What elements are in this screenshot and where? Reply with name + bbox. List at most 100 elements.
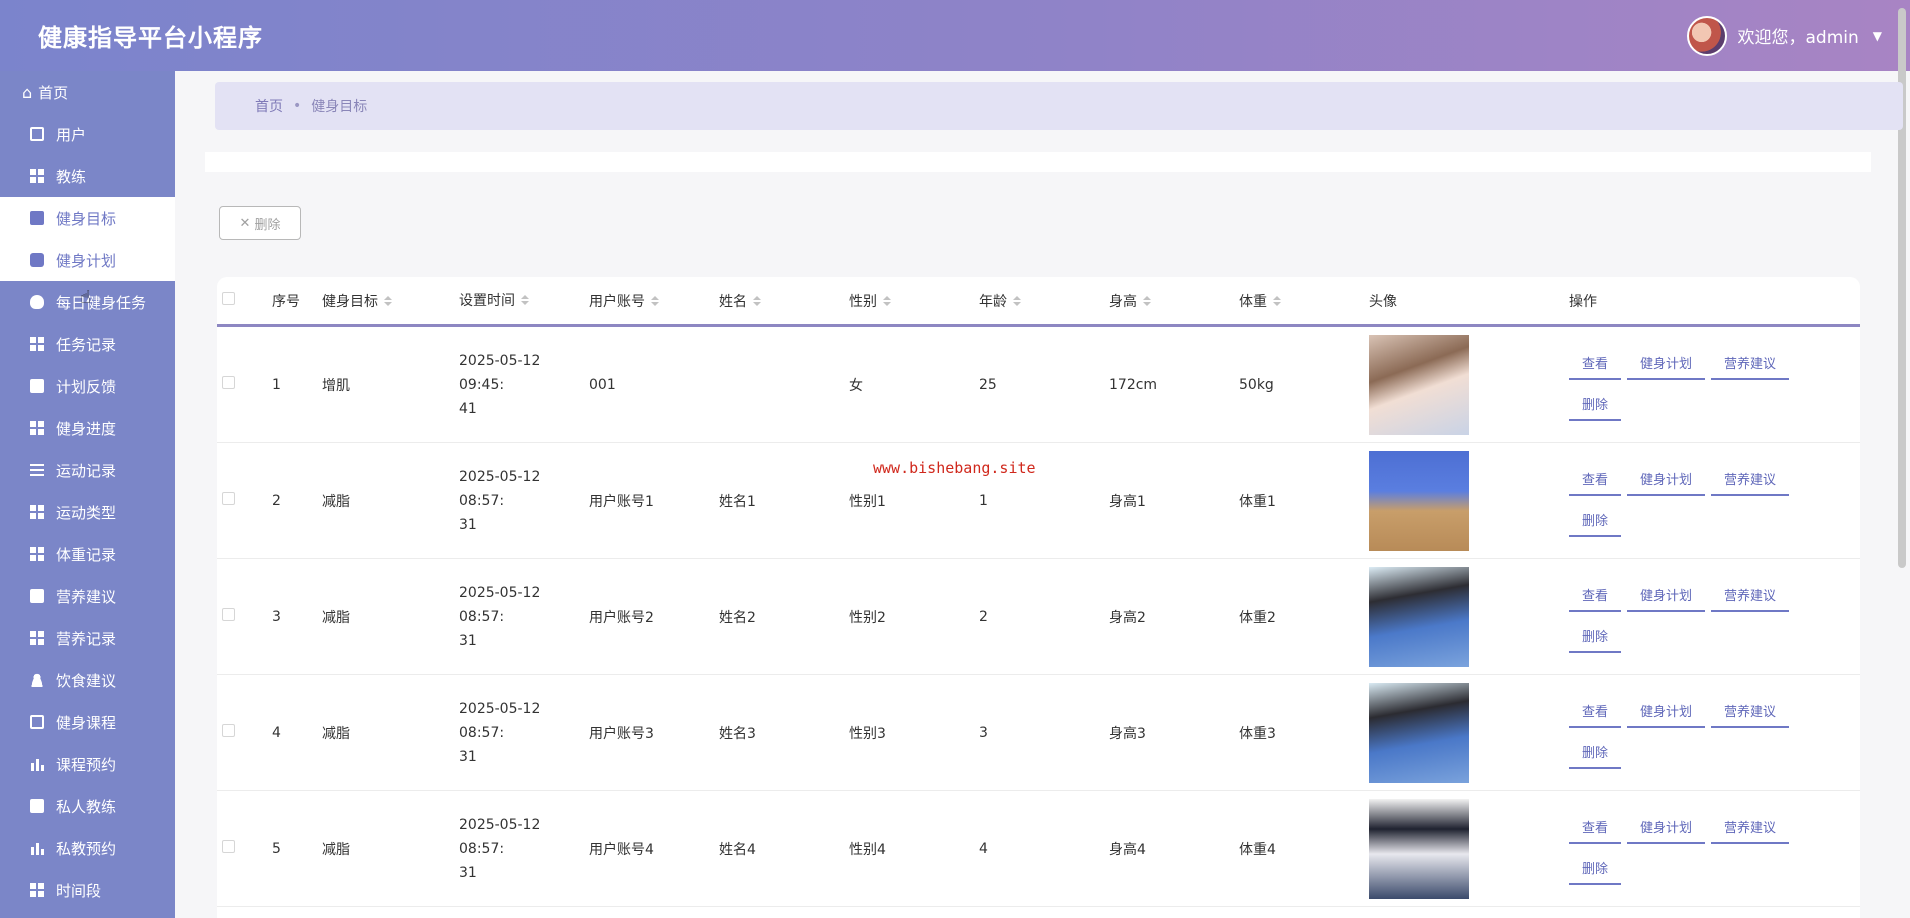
delete-button[interactable]: 删除 xyxy=(1569,505,1622,537)
row-select-cell xyxy=(217,492,272,509)
sidebar-item-courses[interactable]: 健身课程 xyxy=(0,701,175,743)
cell-age: 2 xyxy=(979,608,988,625)
view-button[interactable]: 查看 xyxy=(1569,348,1622,380)
sort-icon[interactable] xyxy=(384,296,392,307)
cell-weight: 50kg xyxy=(1239,376,1274,393)
table-row: 5 减脂 2025-05-12 08:57: 31 用户账号4 姓名4 性别4 4… xyxy=(217,791,1860,907)
sidebar-item-nutrition-records[interactable]: 营养记录 xyxy=(0,617,175,659)
clipboard-icon xyxy=(30,715,44,729)
hand-cursor-icon: ☝ xyxy=(80,287,91,308)
breadcrumb-home[interactable]: 首页 xyxy=(255,96,283,116)
sidebar-item-diet-advice[interactable]: 饮食建议 xyxy=(0,659,175,701)
header-sex[interactable]: 性别 xyxy=(849,291,979,311)
cell-avatar xyxy=(1369,566,1569,667)
briefcase-icon xyxy=(30,211,44,225)
sidebar-item-course-booking[interactable]: 课程预约 xyxy=(0,743,175,785)
table-row: 4 减脂 2025-05-12 08:57: 31 用户账号3 姓名3 性别3 3… xyxy=(217,675,1860,791)
row-checkbox[interactable] xyxy=(222,840,235,853)
nutrition-advice-button[interactable]: 营养建议 xyxy=(1711,696,1790,728)
header-time[interactable]: 设置时间 xyxy=(459,289,589,313)
cell-sex: 性别4 xyxy=(849,841,886,858)
delete-button[interactable]: 删除 xyxy=(1569,621,1622,653)
cell-time: 2025-05-12 08:57: 31 xyxy=(459,697,589,769)
sidebar: ⌂ 首页 用户 教练 健身目标 健身计划 每日健身任务 任务记录 计划反馈 健身… xyxy=(0,71,175,918)
header-height[interactable]: 身高 xyxy=(1109,291,1239,311)
sidebar-item-fitness-goals[interactable]: 健身目标 xyxy=(0,197,175,239)
time-line: 2025-05-12 08:57: xyxy=(459,584,541,625)
user-photo[interactable] xyxy=(1369,334,1469,435)
sidebar-item-time-slots[interactable]: 时间段 xyxy=(0,869,175,911)
sidebar-item-home[interactable]: ⌂ 首页 xyxy=(0,71,175,113)
delete-button[interactable]: 删除 xyxy=(1569,737,1622,769)
sidebar-item-users[interactable]: 用户 xyxy=(0,113,175,155)
view-button[interactable]: 查看 xyxy=(1569,580,1622,612)
sort-icon[interactable] xyxy=(1013,296,1021,307)
grid-icon xyxy=(30,505,44,519)
cell-actions: 查看 健身计划 营养建议 删除 xyxy=(1569,464,1829,537)
fitness-plan-button[interactable]: 健身计划 xyxy=(1627,464,1706,496)
avatar[interactable] xyxy=(1687,15,1728,56)
sort-icon[interactable] xyxy=(651,296,659,307)
sidebar-item-nutrition-advice[interactable]: 营养建议 xyxy=(0,575,175,617)
fitness-plan-button[interactable]: 健身计划 xyxy=(1627,812,1706,844)
sidebar-item-label: 运动记录 xyxy=(56,461,117,480)
sidebar-item-label: 课程预约 xyxy=(56,755,117,774)
list-icon xyxy=(30,463,44,477)
user-photo[interactable] xyxy=(1369,566,1469,667)
header-age[interactable]: 年龄 xyxy=(979,291,1109,311)
sort-icon[interactable] xyxy=(753,296,761,307)
delete-button[interactable]: 删除 xyxy=(1569,389,1622,421)
sort-icon[interactable] xyxy=(521,295,529,306)
nutrition-advice-button[interactable]: 营养建议 xyxy=(1711,580,1790,612)
view-button[interactable]: 查看 xyxy=(1569,812,1622,844)
cell-goal: 减脂 xyxy=(322,609,350,626)
user-menu[interactable]: 欢迎您，admin ▼ xyxy=(1687,15,1882,56)
view-button[interactable]: 查看 xyxy=(1569,464,1622,496)
row-checkbox[interactable] xyxy=(222,376,235,389)
header-label: 姓名 xyxy=(719,293,747,310)
home-icon: ⌂ xyxy=(22,82,33,102)
sort-icon[interactable] xyxy=(1273,296,1281,307)
sort-icon[interactable] xyxy=(883,296,891,307)
breadcrumb-separator: • xyxy=(293,98,302,114)
select-all-checkbox[interactable] xyxy=(222,292,235,305)
nutrition-advice-button[interactable]: 营养建议 xyxy=(1711,348,1790,380)
sidebar-item-personal-trainers[interactable]: 私人教练 xyxy=(0,785,175,827)
row-checkbox[interactable] xyxy=(222,492,235,505)
user-photo[interactable] xyxy=(1369,682,1469,783)
row-checkbox[interactable] xyxy=(222,608,235,621)
nutrition-advice-button[interactable]: 营养建议 xyxy=(1711,812,1790,844)
time-line: 2025-05-12 08:57: xyxy=(459,468,541,509)
sidebar-item-progress[interactable]: 健身进度 xyxy=(0,407,175,449)
cell-avatar xyxy=(1369,682,1569,783)
sidebar-item-exercise-records[interactable]: 运动记录 xyxy=(0,449,175,491)
header-label: 身高 xyxy=(1109,293,1137,310)
sidebar-item-fitness-plans[interactable]: 健身计划 xyxy=(0,239,175,281)
caret-down-icon[interactable]: ▼ xyxy=(1873,29,1882,43)
batch-delete-button[interactable]: ✕ 删除 xyxy=(219,206,301,240)
fitness-plan-button[interactable]: 健身计划 xyxy=(1627,696,1706,728)
time-line: 31 xyxy=(459,632,477,649)
header-weight[interactable]: 体重 xyxy=(1239,291,1369,311)
fitness-plan-button[interactable]: 健身计划 xyxy=(1627,580,1706,612)
delete-button[interactable]: 删除 xyxy=(1569,853,1622,885)
header-goal[interactable]: 健身目标 xyxy=(322,291,459,311)
sort-icon[interactable] xyxy=(1143,296,1151,307)
user-photo[interactable] xyxy=(1369,798,1469,899)
user-photo[interactable] xyxy=(1369,450,1469,551)
sidebar-item-plan-feedback[interactable]: 计划反馈 xyxy=(0,365,175,407)
header-name[interactable]: 姓名 xyxy=(719,291,849,311)
sidebar-item-exercise-types[interactable]: 运动类型 xyxy=(0,491,175,533)
fitness-plan-button[interactable]: 健身计划 xyxy=(1627,348,1706,380)
view-button[interactable]: 查看 xyxy=(1569,696,1622,728)
sidebar-item-weight-records[interactable]: 体重记录 xyxy=(0,533,175,575)
nutrition-advice-button[interactable]: 营养建议 xyxy=(1711,464,1790,496)
header-label: 体重 xyxy=(1239,293,1267,310)
sidebar-item-label: 营养建议 xyxy=(56,587,117,606)
close-icon: ✕ xyxy=(239,215,251,231)
sidebar-item-task-records[interactable]: 任务记录 xyxy=(0,323,175,365)
sidebar-item-coaches[interactable]: 教练 xyxy=(0,155,175,197)
header-account[interactable]: 用户账号 xyxy=(589,291,719,311)
row-checkbox[interactable] xyxy=(222,724,235,737)
sidebar-item-trainer-booking[interactable]: 私教预约 xyxy=(0,827,175,869)
